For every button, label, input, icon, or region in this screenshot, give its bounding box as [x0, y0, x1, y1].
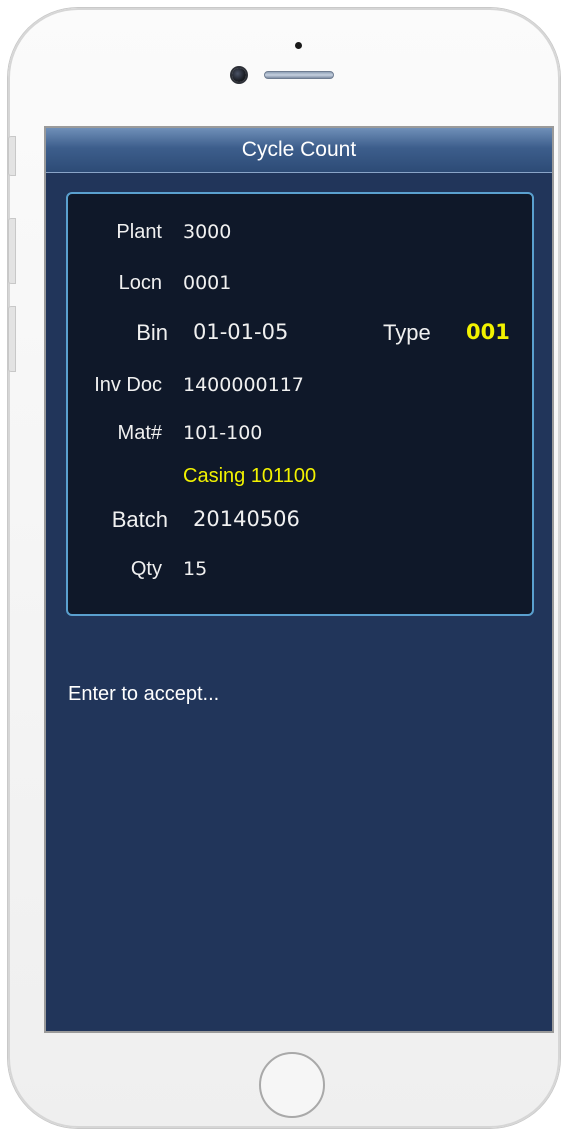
- home-button[interactable]: [259, 1052, 325, 1118]
- front-camera: [232, 68, 246, 82]
- bin-label: Bin: [136, 320, 168, 345]
- title-bar: Cycle Count: [46, 128, 552, 173]
- accept-prompt: Enter to accept...: [68, 683, 220, 705]
- phone-frame: Cycle Count Plant 3000 Locn 0001 Bin 01-…: [8, 8, 560, 1128]
- material-description: Casing 101100: [183, 465, 317, 487]
- locn-value: 0001: [183, 272, 232, 294]
- type-label: Type: [383, 320, 431, 345]
- qty-value: 15: [183, 558, 208, 580]
- earpiece-speaker: [264, 71, 334, 79]
- app-screen: Cycle Count Plant 3000 Locn 0001 Bin 01-…: [44, 126, 554, 1033]
- inv-doc-label: Inv Doc: [94, 374, 162, 396]
- plant-label: Plant: [116, 221, 162, 243]
- page-title: Cycle Count: [241, 138, 357, 161]
- mute-switch: [8, 136, 16, 176]
- mat-label: Mat#: [117, 422, 162, 444]
- type-value: 001: [466, 320, 510, 344]
- locn-label: Locn: [118, 272, 162, 294]
- volume-down-button: [8, 306, 16, 372]
- volume-up-button: [8, 218, 16, 284]
- bin-value: 01-01-05: [193, 320, 289, 344]
- mat-value: 101-100: [183, 422, 263, 444]
- batch-value: 20140506: [193, 507, 300, 531]
- proximity-sensor: [295, 42, 302, 49]
- qty-label: Qty: [130, 558, 162, 580]
- plant-value: 3000: [183, 221, 232, 243]
- count-detail-panel: Plant 3000 Locn 0001 Bin 01-01-05 Type 0…: [66, 192, 534, 616]
- inv-doc-value: 1400000117: [183, 374, 304, 396]
- batch-label: Batch: [111, 507, 168, 532]
